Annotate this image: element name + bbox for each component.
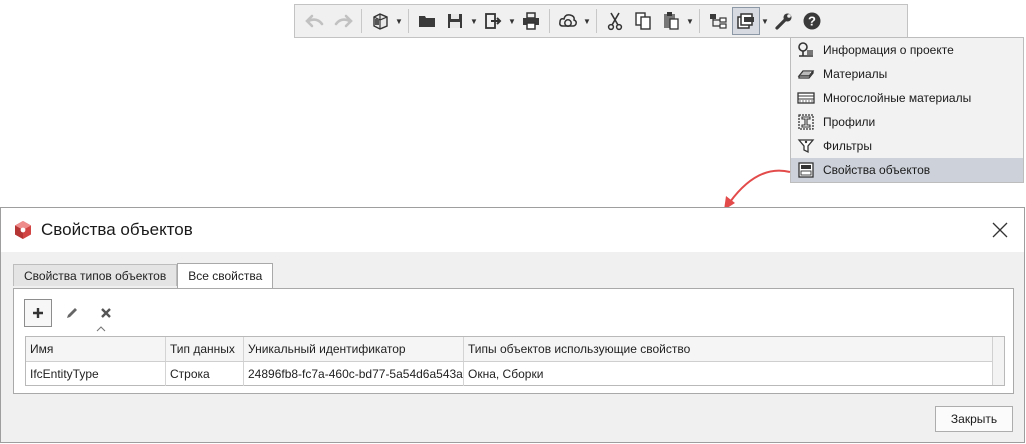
close-icon	[992, 222, 1008, 238]
main-toolbar: ▼ ▼ ▼ ▼ ▼ ▼ ?	[294, 4, 908, 38]
dialog-title: Свойства объектов	[41, 220, 193, 239]
print-button[interactable]	[517, 7, 545, 35]
undo-icon	[305, 14, 324, 28]
export-dropdown-arrow[interactable]: ▼	[507, 7, 517, 35]
menu-item-object-properties[interactable]: Свойства объектов	[791, 158, 1023, 182]
paste-icon	[664, 12, 679, 30]
tab-all-properties[interactable]: Все свойства	[177, 263, 274, 288]
menu-item-multilayer-materials[interactable]: Многослойные материалы	[791, 86, 1023, 110]
copy-icon	[635, 12, 651, 30]
menu-item-label: Профили	[823, 115, 876, 129]
delete-icon	[101, 308, 111, 318]
cloud-sync-icon	[559, 14, 577, 27]
toolbar-separator	[361, 9, 362, 33]
menu-item-label: Свойства объектов	[823, 163, 931, 177]
export-icon	[485, 13, 502, 29]
redo-button[interactable]	[329, 7, 357, 35]
cloud-sync-button[interactable]	[554, 7, 582, 35]
toolbar-separator	[699, 9, 700, 33]
menu-item-label: Фильтры	[823, 139, 872, 153]
profiles-icon	[798, 114, 814, 130]
open-button[interactable]	[413, 7, 441, 35]
toolbar-separator	[549, 9, 550, 33]
paste-dropdown-arrow[interactable]: ▼	[685, 7, 695, 35]
structure-button[interactable]	[704, 7, 732, 35]
edit-property-button[interactable]	[58, 299, 86, 327]
3d-view-button[interactable]	[366, 7, 394, 35]
3d-view-dropdown-arrow[interactable]: ▼	[394, 7, 404, 35]
toolbar-separator	[408, 9, 409, 33]
toolbar-separator	[596, 9, 597, 33]
filter-icon	[797, 139, 815, 154]
table-row[interactable]: IfcEntityType Строка 24896fb8-fc7a-460c-…	[26, 362, 1004, 386]
copy-button[interactable]	[629, 7, 657, 35]
column-header-unique-id[interactable]: Уникальный идентификатор	[244, 337, 464, 361]
cell-name: IfcEntityType	[26, 362, 166, 386]
grid-toolbar	[24, 299, 126, 327]
menu-item-label: Многослойные материалы	[823, 91, 972, 105]
cell-unique-id: 24896fb8-fc7a-460c-bd77-5a54d6a543a5	[244, 362, 464, 386]
properties-grid: Имя Тип данных Уникальный идентификатор …	[25, 336, 1005, 386]
column-header-object-types[interactable]: Типы объектов использующие свойство	[464, 337, 994, 361]
redo-icon	[334, 14, 353, 28]
save-icon	[448, 14, 462, 28]
dialog-tabs: Свойства типов объектов Все свойства	[13, 263, 274, 288]
menu-item-materials[interactable]: Материалы	[791, 62, 1023, 86]
project-data-dropdown-arrow[interactable]: ▼	[760, 7, 770, 35]
column-header-data-type[interactable]: Тип данных	[166, 337, 244, 361]
cloud-sync-dropdown-arrow[interactable]: ▼	[582, 7, 592, 35]
menu-item-label: Материалы	[823, 67, 888, 81]
help-icon: ?	[803, 12, 821, 30]
dialog-close-button[interactable]	[990, 220, 1010, 240]
app-logo-icon	[15, 221, 31, 239]
pencil-icon	[67, 308, 77, 318]
close-button[interactable]: Закрыть	[935, 406, 1013, 432]
sort-ascending-icon	[96, 326, 106, 332]
structure-icon	[710, 14, 727, 29]
menu-item-filters[interactable]: Фильтры	[791, 134, 1023, 158]
project-data-menu: Информация о проекте Материалы Многослой…	[790, 37, 1024, 183]
wrench-icon	[775, 13, 792, 30]
object-properties-dialog: Свойства объектов Свойства типов объекто…	[0, 207, 1025, 443]
cell-data-type: Строка	[166, 362, 244, 386]
help-button[interactable]: ?	[798, 7, 826, 35]
dialog-titlebar: Свойства объектов	[1, 208, 1024, 252]
menu-item-label: Информация о проекте	[823, 43, 954, 57]
cut-button[interactable]	[601, 7, 629, 35]
grid-header-row: Имя Тип данных Уникальный идентификатор …	[26, 337, 1004, 362]
svg-text:?: ?	[808, 14, 816, 29]
project-info-icon	[798, 42, 813, 57]
3d-view-icon	[373, 13, 388, 30]
menu-item-project-info[interactable]: Информация о проекте	[791, 38, 1023, 62]
grid-vertical-scrollbar[interactable]	[992, 337, 1004, 385]
materials-icon	[797, 70, 815, 79]
plus-icon	[33, 308, 43, 318]
save-dropdown-arrow[interactable]: ▼	[469, 7, 479, 35]
all-properties-panel: Имя Тип данных Уникальный идентификатор …	[13, 288, 1014, 394]
cell-object-types: Окна, Сборки	[468, 367, 544, 381]
delete-property-button[interactable]	[92, 299, 120, 327]
open-folder-icon	[419, 16, 435, 27]
column-header-name[interactable]: Имя	[26, 337, 166, 361]
tab-object-type-properties[interactable]: Свойства типов объектов	[13, 264, 178, 286]
project-data-button[interactable]	[732, 7, 760, 35]
print-icon	[523, 12, 539, 30]
project-data-icon	[737, 13, 754, 29]
settings-button[interactable]	[770, 7, 798, 35]
multilayer-materials-icon	[797, 92, 815, 104]
add-property-button[interactable]	[24, 299, 52, 327]
paste-button[interactable]	[657, 7, 685, 35]
undo-button[interactable]	[301, 7, 329, 35]
menu-item-profiles[interactable]: Профили	[791, 110, 1023, 134]
cut-icon	[607, 12, 623, 31]
export-button[interactable]	[479, 7, 507, 35]
save-button[interactable]	[441, 7, 469, 35]
